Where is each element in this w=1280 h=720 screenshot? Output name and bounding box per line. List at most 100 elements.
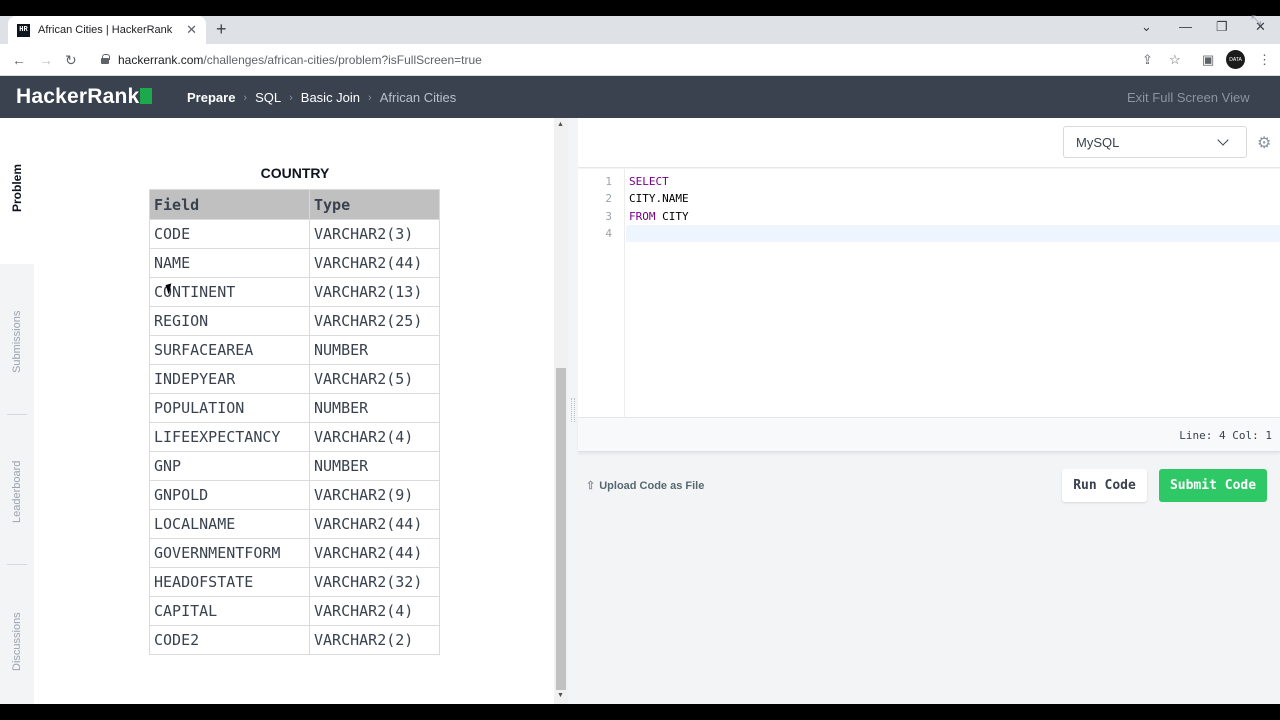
field-cell: POPULATION (149, 393, 310, 423)
scroll-down-icon[interactable]: ▼ (557, 692, 564, 699)
editor-status-bar: Line: 4 Col: 1 (578, 418, 1280, 452)
profile-avatar[interactable]: DATA (1226, 50, 1245, 69)
table-row: REGION VARCHAR2(25) (149, 306, 440, 336)
breadcrumb-prepare[interactable]: Prepare (187, 90, 235, 105)
type-cell: VARCHAR2(5) (309, 364, 440, 394)
run-code-button[interactable]: Run Code (1062, 469, 1147, 502)
close-tab-icon[interactable]: ✕ (186, 22, 197, 38)
screen: HR African Cities | HackerRank ✕ + ⌄ — ❐… (0, 0, 1280, 720)
type-cell: VARCHAR2(44) (309, 509, 440, 539)
field-cell: INDEPYEAR (149, 364, 310, 394)
url-path: /challenges/african-cities/problem?isFul… (203, 53, 482, 67)
address-bar-row: ← → ↻ hackerrank.com/challenges/african-… (0, 44, 1280, 76)
table-row: LIFEEXPECTANCY VARCHAR2(4) (149, 422, 440, 452)
share-icon[interactable]: ⇪ (1142, 52, 1153, 68)
type-cell: VARCHAR2(32) (309, 567, 440, 597)
table-row: CODE2 VARCHAR2(2) (149, 625, 440, 655)
field-cell: GNPOLD (149, 480, 310, 510)
table-row: CODE VARCHAR2(3) (149, 219, 440, 249)
rail-divider (7, 414, 27, 415)
type-cell: VARCHAR2(25) (309, 306, 440, 336)
submit-code-button[interactable]: Submit Code (1159, 469, 1267, 502)
type-cell: VARCHAR2(4) (309, 596, 440, 626)
table-row: NAME VARCHAR2(44) (149, 248, 440, 278)
field-cell: CAPITAL (149, 596, 310, 626)
field-cell: CODE2 (149, 625, 310, 655)
problem-scrollbar-thumb[interactable] (556, 368, 566, 690)
type-cell: VARCHAR2(4) (309, 422, 440, 452)
table-body: CODE VARCHAR2(3) NAME VARCHAR2(44) CONTINENT… (149, 219, 440, 655)
tab-problem[interactable]: Problem (10, 164, 24, 212)
maximize-icon[interactable]: ❐ (1216, 19, 1228, 35)
table-row: CONTINENT VARCHAR2(13) (149, 277, 440, 307)
field-cell: GOVERNMENTFORM (149, 538, 310, 568)
language-value: MySQL (1076, 135, 1120, 150)
sql-keyword: FROM (629, 210, 656, 223)
line-number: 1 (605, 175, 612, 188)
hackerrank-logo[interactable]: HackerRank (16, 85, 153, 109)
tab-submissions[interactable]: Submissions (11, 311, 23, 373)
gear-icon[interactable]: ⚙ (1257, 133, 1271, 153)
code-line-2[interactable]: CITY.NAME (629, 192, 689, 205)
field-cell: REGION (149, 306, 310, 336)
chevron-right-icon: › (289, 91, 293, 104)
type-cell: VARCHAR2(9) (309, 480, 440, 510)
code-line-3[interactable]: FROM CITY (629, 210, 689, 223)
hackerrank-favicon-icon: HR (17, 23, 30, 37)
minimize-icon[interactable]: — (1179, 19, 1192, 34)
url-field[interactable]: hackerrank.com/challenges/african-cities… (118, 53, 482, 67)
table-row: HEADOFSTATE VARCHAR2(32) (149, 567, 440, 597)
field-cell: LIFEEXPECTANCY (149, 422, 310, 452)
browser-menu-icon[interactable]: ⋮ (1258, 52, 1271, 68)
tab-search-icon[interactable]: ⌄ (1141, 19, 1152, 35)
upload-icon: ⇧ (586, 480, 596, 492)
code-line-1[interactable]: SELECT (629, 175, 669, 188)
type-cell: VARCHAR2(3) (309, 219, 440, 249)
scroll-up-icon[interactable]: ▲ (557, 121, 564, 128)
field-cell: HEADOFSTATE (149, 567, 310, 597)
line-number: 3 (605, 210, 612, 223)
column-header-field: Field (149, 189, 310, 220)
code-editor[interactable] (578, 169, 1280, 418)
tab-leaderboard[interactable]: Leaderboard (11, 461, 23, 523)
letterbox-top (0, 0, 1280, 16)
cursor-position: Line: 4 Col: 1 (1179, 429, 1272, 442)
new-tab-icon[interactable]: + (216, 19, 227, 40)
sql-identifier: CITY (655, 210, 689, 223)
language-select[interactable]: MySQL (1063, 126, 1247, 158)
type-cell: NUMBER (309, 393, 440, 423)
back-icon[interactable]: ← (12, 52, 26, 68)
table-row: GNPOLD VARCHAR2(9) (149, 480, 440, 510)
type-cell: NUMBER (309, 335, 440, 365)
logo-block-icon (140, 88, 153, 104)
browser-tab[interactable]: HR African Cities | HackerRank ✕ (8, 16, 206, 44)
breadcrumb-current: African Cities (379, 90, 457, 105)
reload-icon[interactable]: ↻ (65, 52, 77, 69)
chevron-right-icon: › (368, 91, 372, 104)
field-cell: CODE (149, 219, 310, 249)
tab-discussions[interactable]: Discussions (11, 612, 23, 671)
breadcrumb: Prepare › SQL › Basic Join › African Cit… (187, 90, 456, 105)
table-row: INDEPYEAR VARCHAR2(5) (149, 364, 440, 394)
table-row: SURFACEAREA NUMBER (149, 335, 440, 365)
field-cell: SURFACEAREA (149, 335, 310, 365)
line-number: 2 (605, 192, 612, 205)
exit-fullscreen-link[interactable]: Exit Full Screen View (1127, 90, 1250, 105)
breadcrumb-basic-join[interactable]: Basic Join (301, 90, 360, 105)
active-line-highlight (626, 225, 1280, 242)
type-cell: VARCHAR2(2) (309, 625, 440, 655)
upload-code-link[interactable]: ⇧ Upload Code as File (586, 479, 704, 492)
bookmark-star-icon[interactable]: ☆ (1169, 52, 1181, 68)
url-host: hackerrank.com (118, 53, 204, 67)
side-panel-icon[interactable]: ▣ (1202, 52, 1214, 68)
exit-fullscreen-icon[interactable]: ⤡ (1251, 12, 1261, 28)
chevron-down-icon (1217, 134, 1229, 146)
column-header-type: Type (309, 189, 440, 220)
breadcrumb-sql[interactable]: SQL (255, 90, 281, 105)
field-cell: LOCALNAME (149, 509, 310, 539)
splitter-grip-icon[interactable] (571, 398, 575, 422)
lock-icon[interactable] (101, 54, 110, 64)
logo-text: HackerRank (16, 85, 140, 108)
table-row: GNP NUMBER (149, 451, 440, 481)
forward-icon[interactable]: → (39, 52, 53, 68)
